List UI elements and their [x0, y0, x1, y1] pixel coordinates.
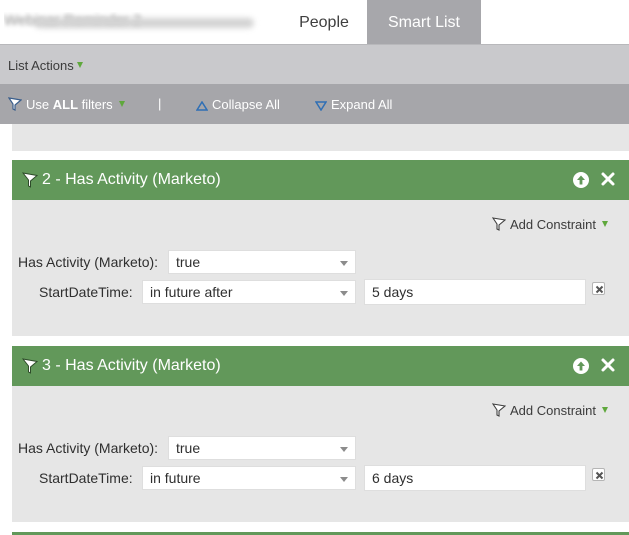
close-x-icon: [601, 358, 615, 372]
filter-title: 2 - Has Activity (Marketo): [42, 171, 221, 188]
smart-list-screen: Webinar Reminder 2 People Smart List Lis…: [0, 0, 629, 535]
dropdown-triangle-icon: [602, 407, 608, 413]
move-up-button[interactable]: [573, 172, 589, 188]
dropdown-triangle-icon: [602, 221, 608, 227]
filter-canvas: 2 - Has Activity (Marketo) Add Constrain…: [0, 124, 629, 535]
use-all-filters-menu[interactable]: Use ALL filters: [7, 97, 125, 114]
use-label-prefix: Use: [26, 97, 53, 112]
select-value: true: [176, 254, 201, 270]
filter-card: 3 - Has Activity (Marketo) Add Constrain…: [12, 346, 629, 522]
filter-title: 3 - Has Activity (Marketo): [42, 357, 221, 374]
move-up-button[interactable]: [573, 358, 589, 374]
previous-filter-remnant: [12, 124, 629, 151]
add-constraint-button[interactable]: Add Constraint: [491, 217, 608, 234]
tab-people[interactable]: People: [282, 0, 366, 44]
expand-all-label: Expand All: [331, 97, 393, 112]
use-label-suffix: filters: [78, 97, 113, 112]
collapse-all-label: Collapse All: [212, 97, 280, 112]
collapse-all-button[interactable]: Collapse All: [195, 97, 280, 114]
list-actions-label: List Actions: [8, 58, 74, 73]
funnel-icon: [7, 97, 23, 114]
add-constraint-label: Add Constraint: [510, 217, 596, 232]
constraint-value-input[interactable]: 5 days: [364, 279, 586, 305]
remove-constraint-button[interactable]: [592, 468, 605, 481]
add-constraint-button[interactable]: Add Constraint: [491, 403, 608, 420]
funnel-icon: [491, 403, 507, 420]
delete-filter-button[interactable]: [600, 357, 616, 373]
filter-toolbar: Use ALL filters | Collapse All Expand Al…: [0, 84, 629, 124]
add-constraint-label: Add Constraint: [510, 403, 596, 418]
select-value: true: [176, 440, 201, 456]
current-asset-tab[interactable]: Webinar Reminder 2: [4, 12, 284, 36]
constraint-label: StartDateTime:: [39, 284, 133, 300]
dropdown-triangle-icon: [118, 101, 125, 107]
remove-constraint-button[interactable]: [592, 282, 605, 295]
select-value: in future after: [150, 284, 233, 300]
has-activity-select[interactable]: true: [168, 250, 356, 274]
operator-select[interactable]: in future after: [142, 280, 356, 304]
tab-smart-list[interactable]: Smart List: [367, 0, 481, 44]
dropdown-triangle-icon: [76, 62, 83, 68]
triangle-up-outline-icon: [195, 99, 209, 114]
delete-filter-button[interactable]: [600, 171, 616, 187]
small-x-box-icon: [595, 285, 604, 294]
field-label: Has Activity (Marketo):: [18, 440, 159, 456]
filter-card-header[interactable]: 2 - Has Activity (Marketo): [12, 160, 629, 200]
use-label-bold: ALL: [52, 97, 79, 112]
filter-card: 2 - Has Activity (Marketo) Add Constrain…: [12, 160, 629, 336]
arrow-up-circle-icon: [577, 175, 585, 185]
funnel-icon: [21, 172, 39, 193]
has-activity-select[interactable]: true: [168, 436, 356, 460]
arrow-up-circle-icon: [577, 361, 585, 371]
filter-card-header[interactable]: 3 - Has Activity (Marketo): [12, 346, 629, 386]
toolbar-separator: |: [158, 96, 162, 111]
chevron-down-icon: [340, 477, 348, 482]
tab-bar: Webinar Reminder 2 People Smart List: [0, 0, 629, 44]
triangle-down-outline-icon: [314, 99, 328, 114]
operator-select[interactable]: in future: [142, 466, 356, 490]
expand-all-button[interactable]: Expand All: [314, 97, 393, 114]
list-actions-bar: List Actions: [0, 44, 629, 84]
close-x-icon: [601, 172, 615, 186]
field-label: Has Activity (Marketo):: [18, 254, 159, 270]
chevron-down-icon: [340, 261, 348, 266]
funnel-icon: [21, 358, 39, 379]
redaction-blur: [34, 18, 254, 28]
chevron-down-icon: [340, 447, 348, 452]
chevron-down-icon: [340, 291, 348, 296]
list-actions-menu[interactable]: List Actions: [8, 58, 83, 73]
constraint-label: StartDateTime:: [39, 470, 133, 486]
constraint-value-input[interactable]: 6 days: [364, 465, 586, 491]
small-x-box-icon: [595, 471, 604, 480]
funnel-icon: [491, 217, 507, 234]
select-value: in future: [150, 470, 201, 486]
